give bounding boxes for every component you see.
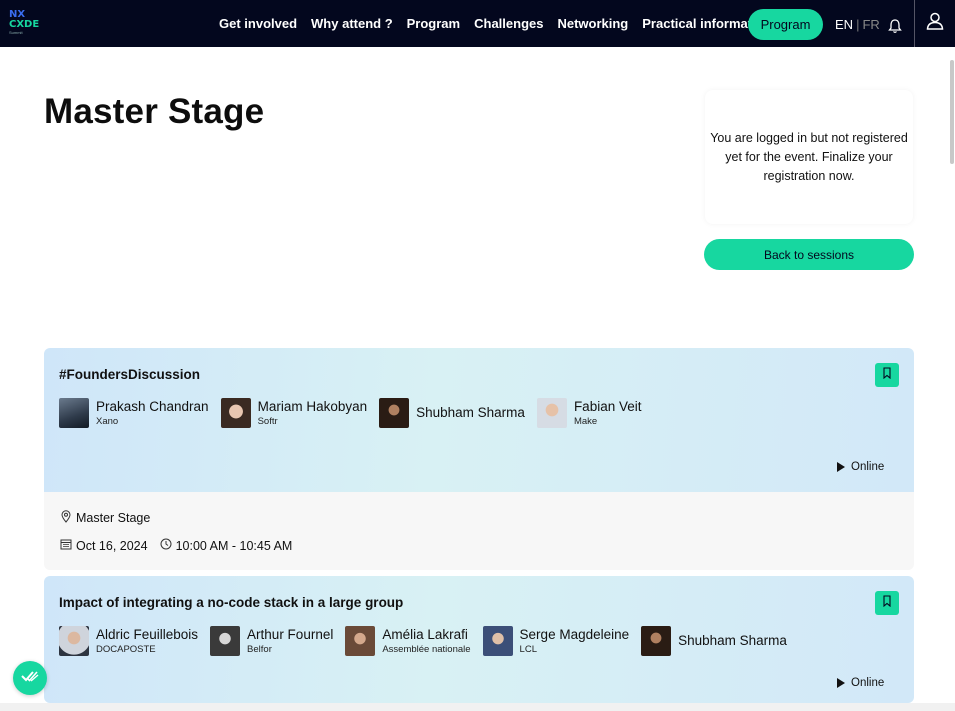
speaker-name: Mariam Hakobyan [257, 399, 368, 414]
page-bottom-edge [0, 703, 955, 711]
speaker-org: LCL [519, 644, 537, 655]
page-title: Master Stage [44, 92, 265, 131]
lang-fr[interactable]: FR [862, 17, 879, 32]
speaker-name: Aldric Feuillebois [96, 627, 199, 642]
speaker[interactable]: Arthur Fournel Belfor [210, 626, 333, 657]
avatar [59, 626, 89, 656]
bookmark-button[interactable] [875, 591, 899, 615]
avatar [536, 398, 567, 428]
session-card-header: #FoundersDiscussion Prakash Chandran Xano… [44, 348, 914, 492]
speaker[interactable]: Fabian Veit Make [536, 398, 642, 429]
bookmark-icon [882, 594, 892, 612]
speaker[interactable]: Mariam Hakobyan Softr [220, 398, 368, 429]
session-mode: Online [851, 461, 885, 473]
location-pin-icon [60, 510, 76, 526]
session-card-details: Master Stage Oct 16, 2024 10:00 AM - 10:… [44, 492, 914, 570]
speaker-name: Amélia Lakrafi [382, 627, 468, 642]
check-badge-button[interactable] [13, 661, 47, 695]
session-location: Master Stage [60, 510, 150, 526]
speaker-org: Belfor [247, 644, 272, 655]
speaker-name: Arthur Fournel [247, 627, 334, 642]
back-to-sessions-button[interactable]: Back to sessions [704, 239, 914, 270]
clock-icon [160, 538, 176, 553]
online-badge: Online [837, 677, 884, 689]
session-card-header: Impact of integrating a no-code stack in… [44, 576, 914, 703]
speaker-list: Prakash Chandran Xano Mariam Hakobyan Soft… [59, 398, 653, 429]
avatar [379, 398, 410, 428]
nav-networking[interactable]: Networking [557, 16, 628, 31]
play-icon [837, 462, 845, 472]
avatar [641, 626, 672, 656]
speaker[interactable]: Shubham Sharma [641, 626, 787, 657]
speaker[interactable]: Amélia Lakrafi Assemblée nationale [345, 626, 471, 657]
check-badge-icon [20, 668, 40, 689]
nav-challenges[interactable]: Challenges [474, 16, 543, 31]
nav-program[interactable]: Program [407, 16, 460, 31]
avatar [59, 398, 89, 428]
session-mode: Online [851, 677, 885, 689]
site-logo[interactable]: NX CXDE Summit [9, 10, 49, 36]
nav-why-attend[interactable]: Why attend ? [311, 16, 393, 31]
speaker-name: Serge Magdeleine [519, 627, 630, 642]
avatar [210, 626, 241, 656]
time-text: 10:00 AM - 10:45 AM [175, 538, 293, 553]
account-button[interactable] [914, 0, 955, 47]
lang-en[interactable]: EN [835, 17, 853, 32]
speaker-org: Softr [257, 416, 278, 427]
lang-separator: | [856, 17, 860, 32]
session-title[interactable]: #FoundersDiscussion [59, 367, 200, 382]
speaker[interactable]: Shubham Sharma [379, 398, 525, 429]
date-text: Oct 16, 2024 [76, 538, 148, 553]
bell-icon[interactable] [887, 18, 903, 34]
speaker-name: Fabian Veit [573, 399, 642, 414]
bookmark-button[interactable] [875, 363, 899, 387]
speaker[interactable]: Serge Magdeleine LCL [482, 626, 630, 657]
play-icon [837, 678, 845, 688]
session-title[interactable]: Impact of integrating a no-code stack in… [59, 595, 403, 610]
speaker[interactable]: Aldric Feuillebois DOCAPOSTE [59, 626, 198, 657]
online-badge: Online [837, 461, 884, 473]
program-button[interactable]: Program [748, 9, 823, 40]
bookmark-icon [882, 366, 892, 384]
session-datetime: Oct 16, 2024 10:00 AM - 10:45 AM [60, 538, 292, 553]
calendar-icon [60, 538, 76, 553]
top-navigation-bar: NX CXDE Summit Get involved Why attend ?… [0, 0, 955, 47]
session-card[interactable]: #FoundersDiscussion Prakash Chandran Xano… [44, 348, 914, 570]
avatar [482, 626, 513, 656]
speaker-org: Assemblée nationale [382, 644, 471, 655]
avatar [220, 398, 251, 428]
speaker-org: Xano [96, 416, 119, 427]
speaker-list: Aldric Feuillebois DOCAPOSTE Arthur Fourn… [59, 626, 799, 657]
user-icon [925, 11, 945, 36]
avatar [345, 626, 376, 656]
location-text: Master Stage [76, 511, 151, 525]
speaker-org: DOCAPOSTE [96, 644, 156, 655]
speaker-name: Shubham Sharma [416, 405, 525, 420]
speaker-org: Make [573, 416, 598, 427]
registration-notice: You are logged in but not registered yet… [705, 90, 913, 224]
language-switcher: EN | FR [835, 17, 880, 32]
scrollbar-thumb[interactable] [950, 60, 954, 164]
speaker[interactable]: Prakash Chandran Xano [59, 398, 209, 429]
nav-get-involved[interactable]: Get involved [219, 16, 297, 31]
session-card[interactable]: Impact of integrating a no-code stack in… [44, 576, 914, 703]
speaker-name: Shubham Sharma [678, 633, 787, 648]
speaker-name: Prakash Chandran [96, 399, 209, 414]
main-nav: Get involved Why attend ? Program Challe… [219, 0, 786, 47]
